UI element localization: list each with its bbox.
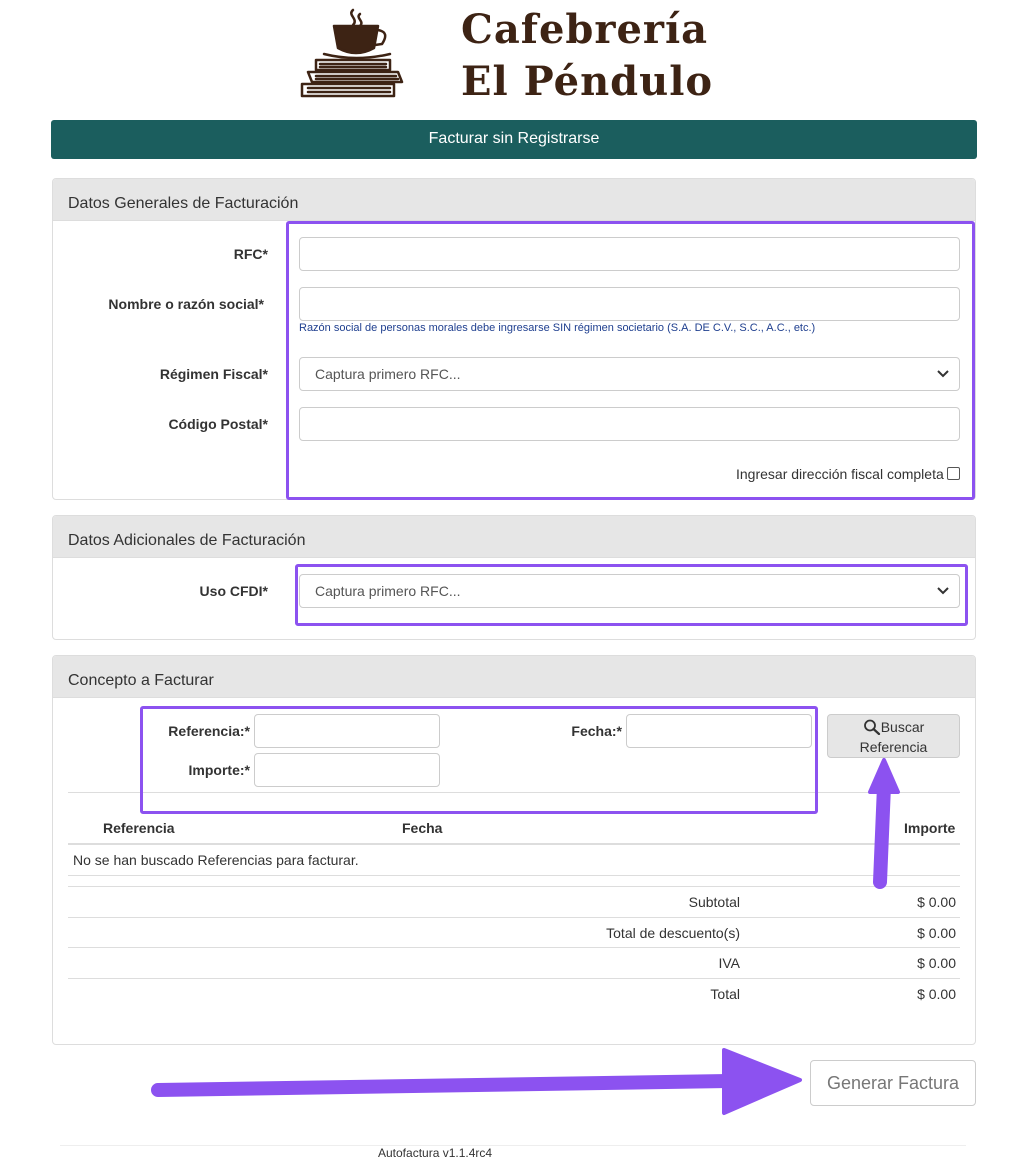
referencia-input[interactable] — [254, 714, 440, 748]
regimen-select-value: Captura primero RFC... — [315, 366, 461, 382]
buscar-button-text1: Buscar — [880, 719, 925, 735]
brand-name: Cafebrería El Péndulo — [461, 4, 713, 108]
generar-factura-button[interactable]: Generar Factura — [810, 1060, 976, 1106]
totals-divider-2 — [68, 947, 960, 948]
regimen-label: Régimen Fiscal* — [159, 366, 268, 382]
concept-heading: Concepto a Facturar — [53, 656, 975, 698]
buscar-button-line1: Buscar — [828, 717, 959, 737]
table-header-fecha: Fecha — [402, 820, 443, 836]
table-empty-message: No se han buscado Referencias para factu… — [73, 852, 359, 868]
chevron-down-icon — [937, 370, 949, 378]
brand-name-line2: El Péndulo — [461, 58, 714, 105]
totals-value-total: $ 0.00 — [917, 986, 956, 1002]
arrow-to-generate-button — [151, 1048, 802, 1115]
table-row-divider — [68, 875, 960, 876]
cp-input[interactable] — [299, 407, 960, 441]
fecha-label: Fecha:* — [571, 723, 622, 739]
totals-value-descuento: $ 0.00 — [917, 925, 956, 941]
search-icon — [863, 719, 880, 736]
totals-label-subtotal: Subtotal — [688, 894, 740, 910]
totals-label-total: Total — [710, 986, 740, 1002]
buscar-referencia-button[interactable]: Buscar Referencia — [827, 714, 960, 758]
importe-label: Importe:* — [188, 762, 250, 778]
table-header-divider — [68, 843, 960, 845]
general-data-panel: Datos Generales de Facturación — [52, 178, 976, 500]
nombre-label: Nombre o razón social* — [108, 296, 264, 312]
totals-value-subtotal: $ 0.00 — [917, 894, 956, 910]
regimen-select[interactable]: Captura primero RFC... — [299, 357, 960, 391]
brand-name-line1: Cafebrería — [461, 6, 709, 53]
direccion-checkbox[interactable] — [947, 467, 960, 480]
totals-divider-0 — [68, 886, 960, 887]
chevron-down-icon — [937, 587, 949, 595]
totals-label-descuento: Total de descuento(s) — [606, 925, 740, 941]
concept-divider — [68, 792, 960, 793]
referencia-label: Referencia:* — [168, 723, 250, 739]
footer-divider — [60, 1145, 966, 1146]
footer-version: Autofactura v1.1.4rc4 — [378, 1146, 493, 1160]
fecha-input[interactable] — [626, 714, 812, 748]
uso-cfdi-select[interactable]: Captura primero RFC... — [299, 574, 960, 608]
uso-cfdi-label: Uso CFDI* — [199, 583, 268, 599]
brand-logo: Cafebrería El Péndulo — [298, 4, 712, 105]
coffee-cup-books-icon — [300, 8, 404, 98]
rfc-label: RFC* — [233, 246, 268, 262]
totals-divider-1 — [68, 917, 960, 918]
uso-cfdi-select-value: Captura primero RFC... — [315, 583, 461, 599]
totals-label-iva: IVA — [718, 955, 740, 971]
table-header-referencia: Referencia — [103, 820, 175, 836]
general-data-heading: Datos Generales de Facturación — [53, 179, 975, 221]
direccion-checkbox-label: Ingresar dirección fiscal completa — [736, 466, 944, 482]
page-title-bar: Facturar sin Registrarse — [51, 120, 977, 159]
nombre-input[interactable] — [299, 287, 960, 321]
cp-label: Código Postal* — [168, 416, 268, 432]
rfc-input[interactable] — [299, 237, 960, 271]
buscar-button-text2: Referencia — [859, 739, 928, 755]
importe-input[interactable] — [254, 753, 440, 787]
nombre-help-text: Razón social de personas morales debe in… — [299, 322, 816, 334]
table-header-importe: Importe — [904, 820, 956, 836]
totals-divider-3 — [68, 978, 960, 979]
additional-data-heading: Datos Adicionales de Facturación — [53, 516, 975, 558]
totals-value-iva: $ 0.00 — [917, 955, 956, 971]
